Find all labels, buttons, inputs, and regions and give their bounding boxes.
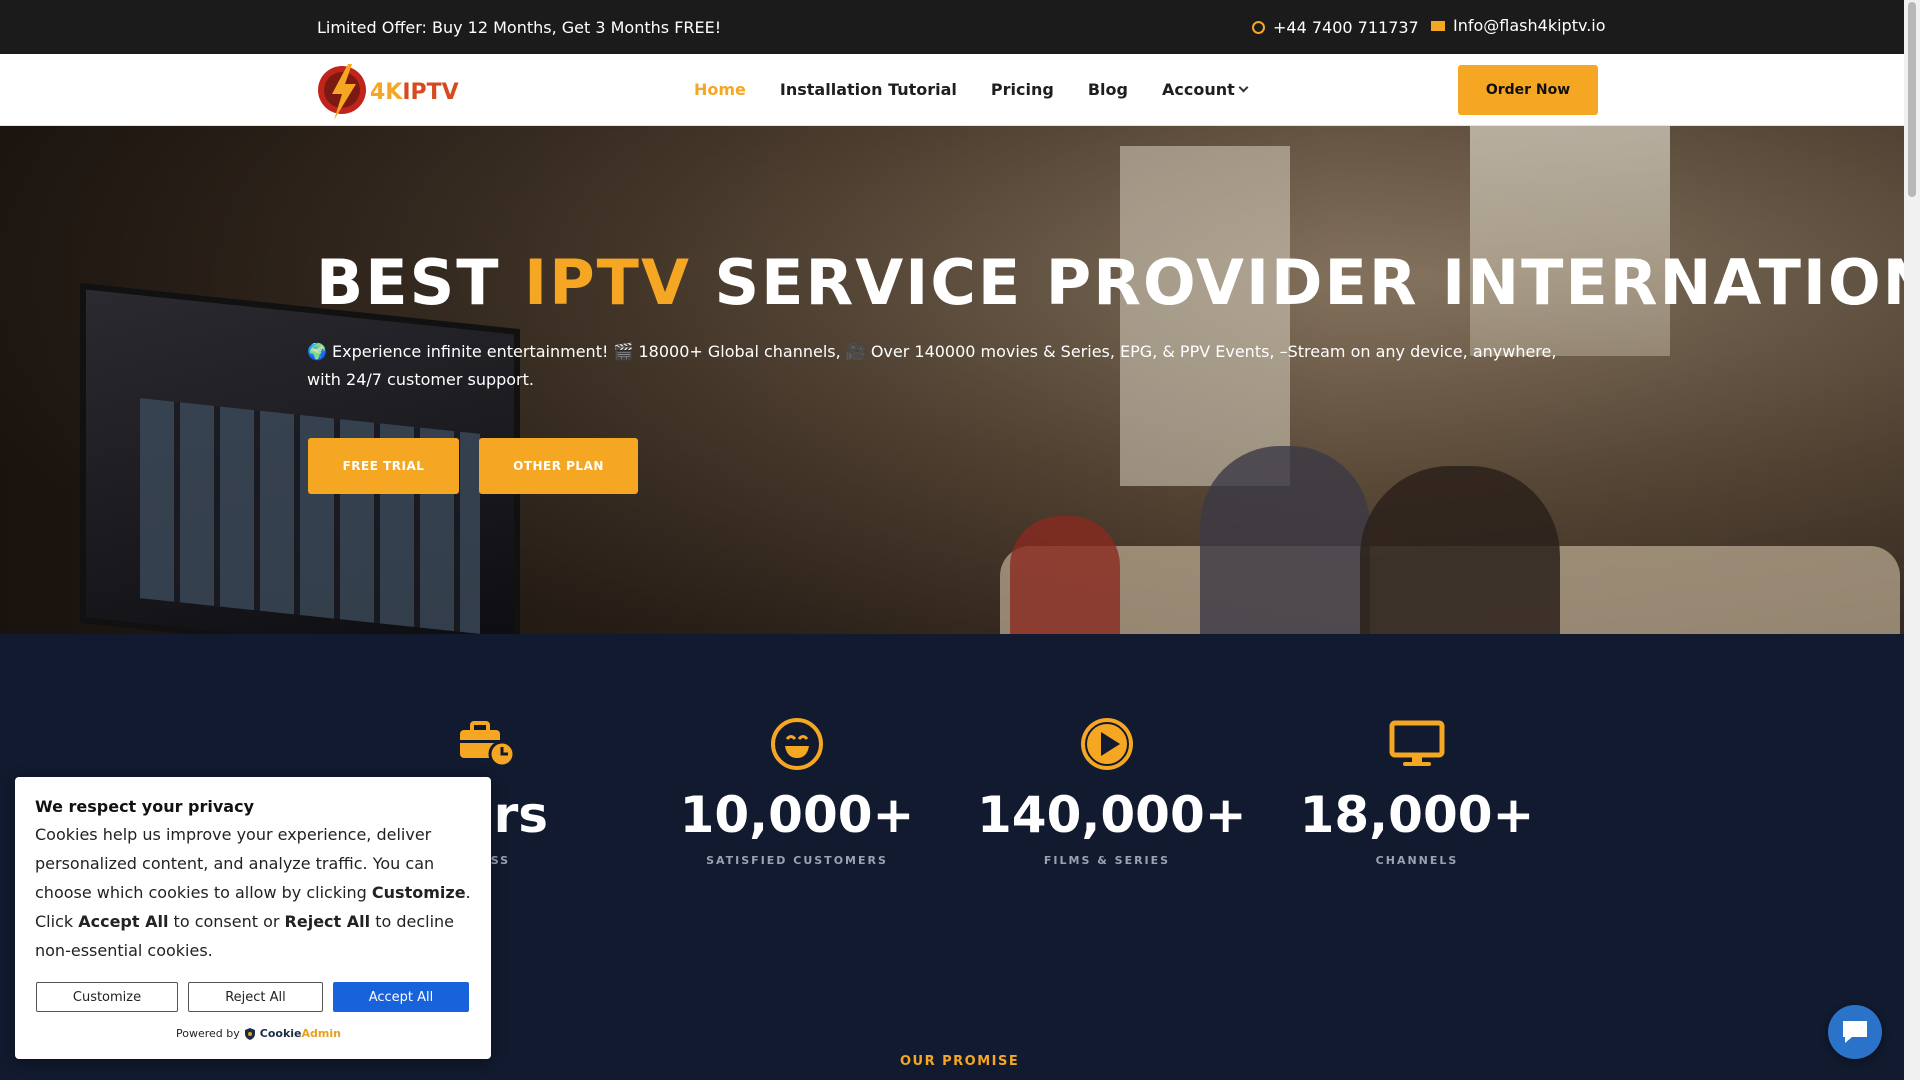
nav-blog[interactable]: Blog: [1088, 80, 1128, 99]
nav-account[interactable]: Account: [1161, 80, 1249, 99]
whatsapp-icon: [1252, 21, 1265, 34]
cookie-actions: Customize Reject All Accept All: [36, 982, 469, 1012]
hero-section: BEST IPTV SERVICE PROVIDER INTERNATIONLL…: [0, 126, 1904, 634]
brand-part1: Cookie: [259, 1027, 302, 1040]
cookie-bold-customize: Customize: [371, 883, 466, 902]
cookie-customize-button[interactable]: Customize: [36, 982, 178, 1012]
brand-part2: Admin: [301, 1027, 341, 1040]
hero-bg-window: [1470, 126, 1670, 356]
hero-title-post: SERVICE PROVIDER INTERNATIONLLY: [714, 246, 1904, 319]
page-scrollbar[interactable]: [1904, 0, 1920, 1080]
chevron-down-icon: [1238, 82, 1249, 93]
offer-text: Limited Offer: Buy 12 Months, Get 3 Mont…: [317, 18, 722, 37]
cookie-powered-by: Powered by CookieAdmin: [176, 1027, 341, 1040]
smile-icon: [667, 716, 927, 772]
stat-customers-label: SATISFIED CUSTOMERS: [706, 854, 888, 867]
cookie-reject-button[interactable]: Reject All: [188, 982, 323, 1012]
hero-bg-tv-posters: [140, 398, 480, 634]
scrollbar-thumb[interactable]: [1908, 2, 1916, 197]
hero-bg-child: [1010, 516, 1120, 634]
mail-icon: [1431, 20, 1445, 31]
top-bar: Limited Offer: Buy 12 Months, Get 3 Mont…: [0, 0, 1904, 54]
powered-by-text: Powered by: [176, 1027, 240, 1040]
cookie-title: We respect your privacy: [35, 797, 255, 816]
cookie-bold-reject: Reject All: [284, 912, 371, 931]
chat-bubble-icon: [1843, 1021, 1867, 1043]
briefcase-clock-icon: [357, 716, 617, 772]
hero-title-highlight: IPTV: [524, 246, 691, 319]
monitor-icon: [1287, 716, 1547, 772]
play-icon: [977, 716, 1237, 772]
cookie-text-3: to consent or: [168, 912, 285, 931]
hero-bg-man: [1360, 466, 1560, 634]
other-plan-button[interactable]: OTHER PLAN: [479, 438, 638, 494]
hero-title: BEST IPTV SERVICE PROVIDER INTERNATIONLL…: [316, 246, 1904, 319]
stat-films-label: FILMS & SERIES: [1043, 854, 1171, 867]
logo-iptv: IPTV: [402, 80, 459, 105]
main-nav: Home Installation Tutorial Pricing Blog …: [694, 80, 1281, 99]
stat-films-number: 140,000+: [977, 786, 1247, 844]
nav-account-label: Account: [1161, 80, 1235, 99]
nav-home[interactable]: Home: [694, 80, 746, 99]
cookieadmin-logo-icon: [244, 1027, 255, 1040]
stat-customers: 10,000+ SATISFIED CUSTOMERS: [667, 716, 927, 867]
hero-description: 🌍 Experience infinite entertainment! 🎬 1…: [307, 342, 1557, 389]
stat-channels: 18,000+ CHANNELS: [1287, 716, 1547, 867]
cookie-bold-accept: Accept All: [78, 912, 169, 931]
hero-title-pre: BEST: [316, 246, 525, 319]
logo-text: 4KIPTV: [370, 80, 459, 105]
site-logo[interactable]: 4KIPTV: [314, 58, 459, 122]
cookie-accept-button[interactable]: Accept All: [333, 982, 469, 1012]
order-now-button[interactable]: Order Now: [1458, 65, 1598, 115]
site-header: 4KIPTV Home Installation Tutorial Pricin…: [0, 54, 1904, 126]
free-trial-button[interactable]: FREE TRIAL: [308, 438, 459, 494]
cookie-consent-dialog: We respect your privacy Cookies help us …: [15, 777, 491, 1059]
email-address: Info@flash4kiptv.io: [1453, 16, 1606, 35]
stat-customers-number: 10,000+: [679, 786, 915, 844]
nav-installation-tutorial[interactable]: Installation Tutorial: [780, 80, 957, 99]
logo-4k: 4K: [370, 80, 403, 105]
chat-widget-button[interactable]: [1828, 1005, 1882, 1059]
phone-number: +44 7400 711737: [1273, 18, 1419, 37]
lightning-logo-icon: [318, 64, 366, 120]
phone-link[interactable]: +44 7400 711737: [1252, 18, 1419, 37]
stat-channels-label: CHANNELS: [1375, 854, 1459, 867]
our-promise-heading: OUR PROMISE: [900, 1054, 1020, 1069]
cookie-text: Cookies help us improve your experience,…: [35, 820, 471, 965]
hero-bg-woman: [1200, 446, 1370, 634]
stat-films: 140,000+ FILMS & SERIES: [977, 716, 1247, 867]
nav-pricing[interactable]: Pricing: [991, 80, 1054, 99]
stat-channels-number: 18,000+: [1299, 786, 1535, 844]
cookieadmin-brand[interactable]: CookieAdmin: [260, 1027, 341, 1040]
email-link[interactable]: Info@flash4kiptv.io: [1431, 16, 1606, 35]
